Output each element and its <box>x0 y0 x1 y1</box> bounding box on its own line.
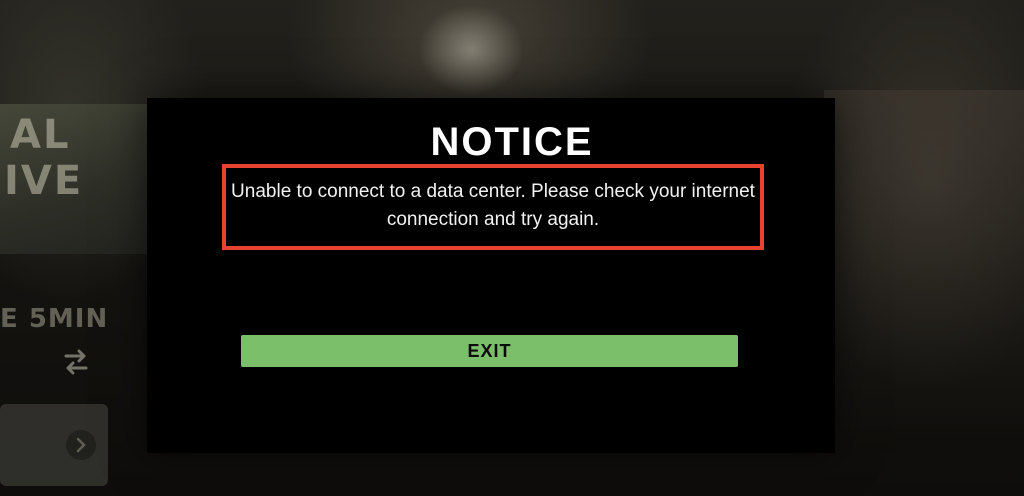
exit-button[interactable]: EXIT <box>241 335 738 367</box>
error-message: Unable to connect to a data center. Plea… <box>231 181 755 230</box>
chevron-right-icon <box>66 430 96 460</box>
character-figure-background <box>356 0 586 100</box>
chevron-right-icon-svg <box>76 437 86 453</box>
dialog-title: NOTICE <box>430 120 594 164</box>
game-screen: AL IVE E 5MIN NOTICE Unable to connect t… <box>0 0 1024 496</box>
swap-arrows-icon <box>64 349 88 375</box>
mode-duration-text: E 5MIN <box>0 304 109 334</box>
